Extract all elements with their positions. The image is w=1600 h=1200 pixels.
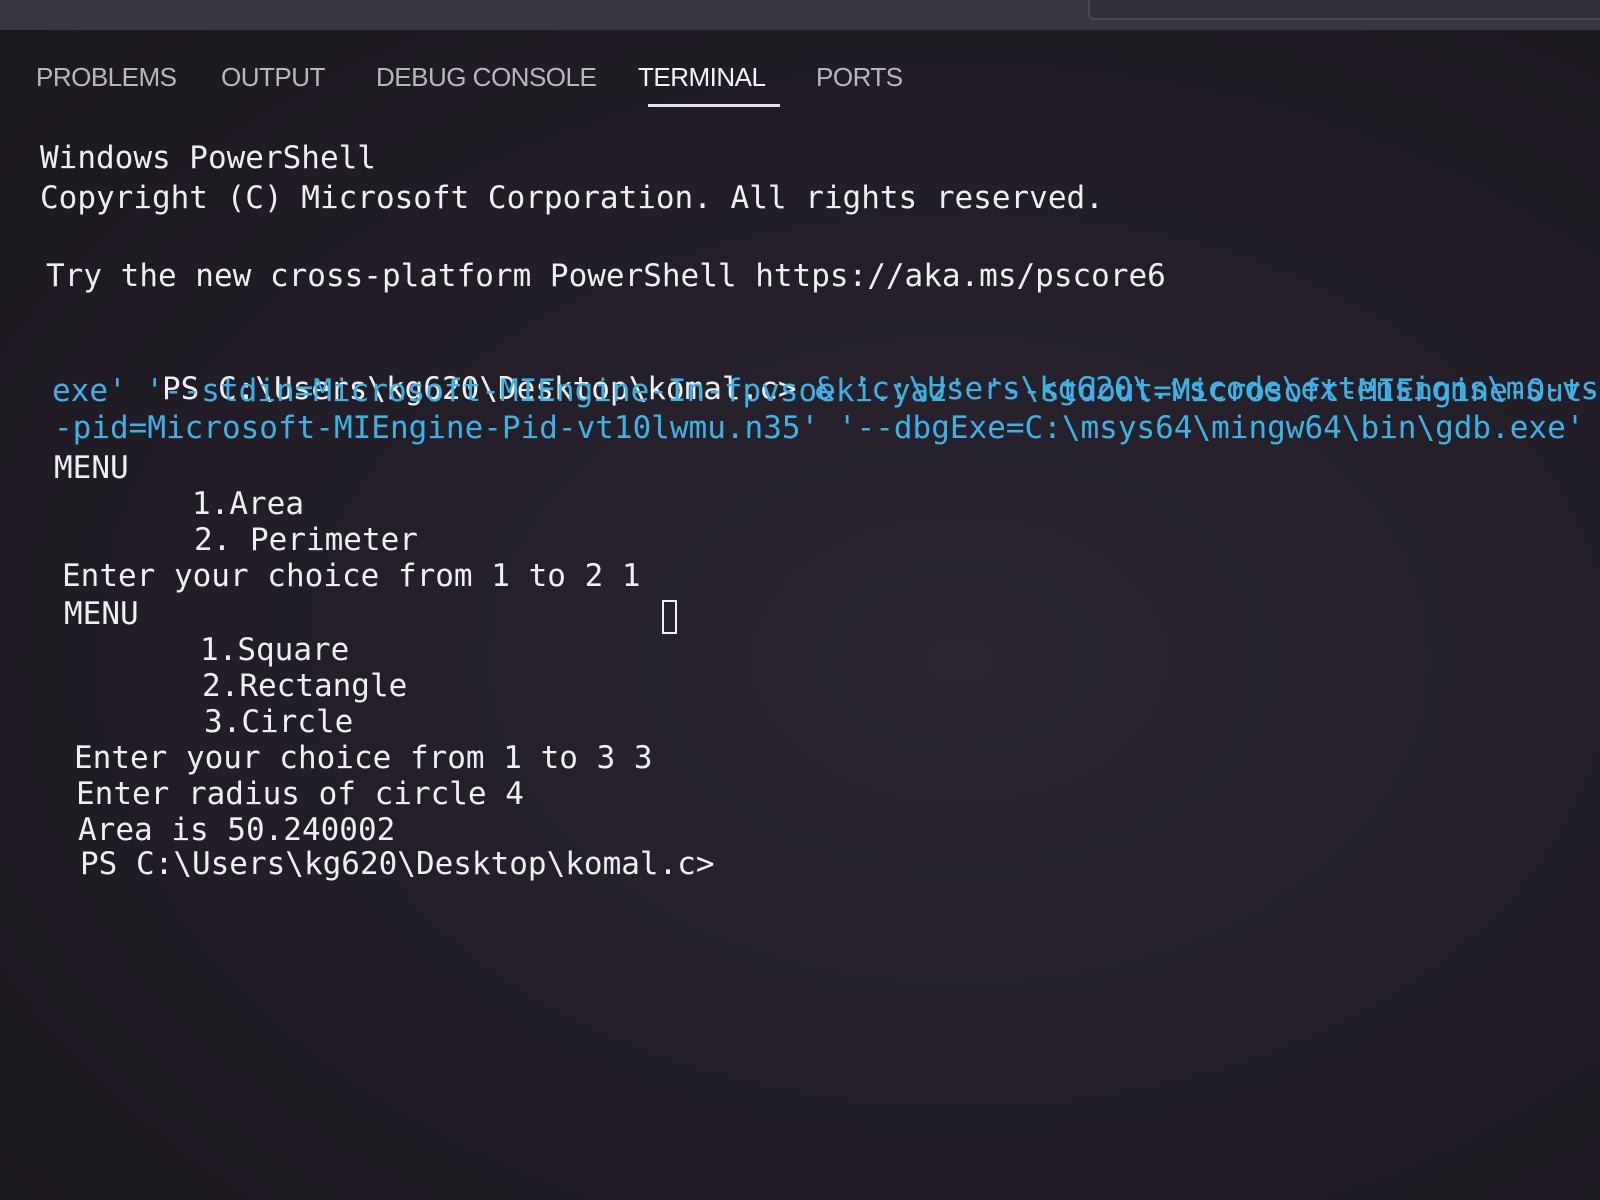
terminal-prompt: PS C:\Users\kg620\Desktop\komal.c> — [80, 846, 715, 882]
terminal-line: MENU — [64, 596, 139, 632]
active-tab-indicator — [648, 104, 780, 107]
panel-tabs: PROBLEMS OUTPUT DEBUG CONSOLE TERMINAL P… — [0, 40, 1600, 120]
terminal-line: Windows PowerShell — [40, 140, 376, 176]
tab-output[interactable]: OUTPUT — [221, 62, 325, 93]
terminal-line: Area is 50.240002 — [78, 812, 396, 848]
terminal-line: 2.Rectangle — [202, 668, 408, 704]
title-bar — [0, 0, 1600, 30]
terminal-command-line: -pid=Microsoft-MIEngine-Pid-vt10lwmu.n35… — [54, 410, 1600, 446]
terminal-cursor — [662, 600, 677, 634]
terminal-command-line: exe' '--stdin=Microsoft-MIEngine-In-fpvs… — [52, 373, 1600, 409]
tab-debug-console[interactable]: DEBUG CONSOLE — [376, 62, 597, 93]
terminal-line: 1.Square — [200, 632, 350, 668]
terminal-line: Enter your choice from 1 to 2 1 — [62, 558, 641, 594]
tab-ports[interactable]: PORTS — [816, 62, 903, 93]
terminal-line: Enter your choice from 1 to 3 3 — [74, 740, 653, 776]
terminal-line: Copyright (C) Microsoft Corporation. All… — [40, 180, 1104, 216]
terminal-line: Try the new cross-platform PowerShell ht… — [46, 258, 1166, 294]
title-bar-search-box[interactable] — [1088, 0, 1600, 20]
terminal-line: 2. Perimeter — [194, 522, 418, 558]
terminal-output[interactable]: Windows PowerShell Copyright (C) Microso… — [40, 140, 1600, 1200]
terminal-line: 1.Area — [192, 486, 304, 522]
tab-problems[interactable]: PROBLEMS — [36, 62, 177, 93]
tab-terminal[interactable]: TERMINAL — [638, 62, 766, 93]
terminal-line: Enter radius of circle 4 — [76, 776, 524, 812]
terminal-line: 3.Circle — [204, 704, 354, 740]
vscode-panel: PROBLEMS OUTPUT DEBUG CONSOLE TERMINAL P… — [0, 0, 1600, 1200]
terminal-line: MENU — [54, 450, 129, 486]
